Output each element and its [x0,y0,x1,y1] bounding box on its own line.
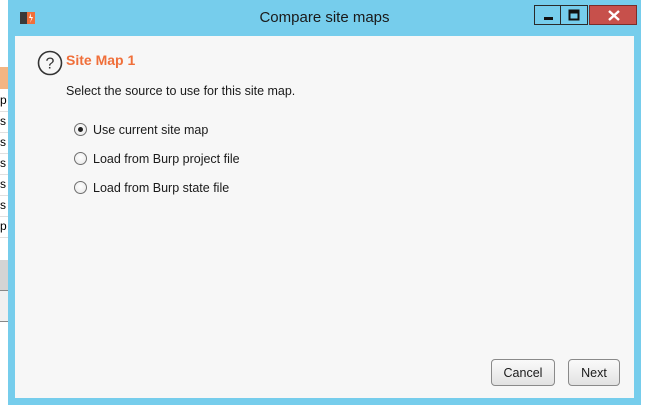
minimize-button[interactable] [534,5,561,25]
cancel-button[interactable]: Cancel [491,359,555,386]
question-icon: ? [37,50,63,76]
radio-button[interactable] [74,123,87,136]
option-label: Load from Burp project file [93,152,240,166]
next-button[interactable]: Next [568,359,620,386]
option-label: Load from Burp state file [93,181,230,195]
radio-button[interactable] [74,181,87,194]
radio-selected-dot [78,127,83,132]
radio-button[interactable] [74,152,87,165]
maximize-icon [568,9,580,21]
svg-text:?: ? [46,56,55,73]
close-icon [608,10,620,21]
maximize-button[interactable] [561,5,588,25]
close-button[interactable] [589,5,637,25]
title-bar[interactable]: Compare site maps [8,0,641,36]
minimize-icon [544,17,553,20]
instruction-text: Select the source to use for this site m… [66,84,296,98]
option-label: Use current site map [93,123,209,137]
dialog-content: ? Site Map 1 Select the source to use fo… [15,36,634,398]
dialog-heading: Site Map 1 [66,52,136,68]
compare-site-maps-dialog: Compare site maps ? Site Map 1 Select th… [8,0,641,405]
